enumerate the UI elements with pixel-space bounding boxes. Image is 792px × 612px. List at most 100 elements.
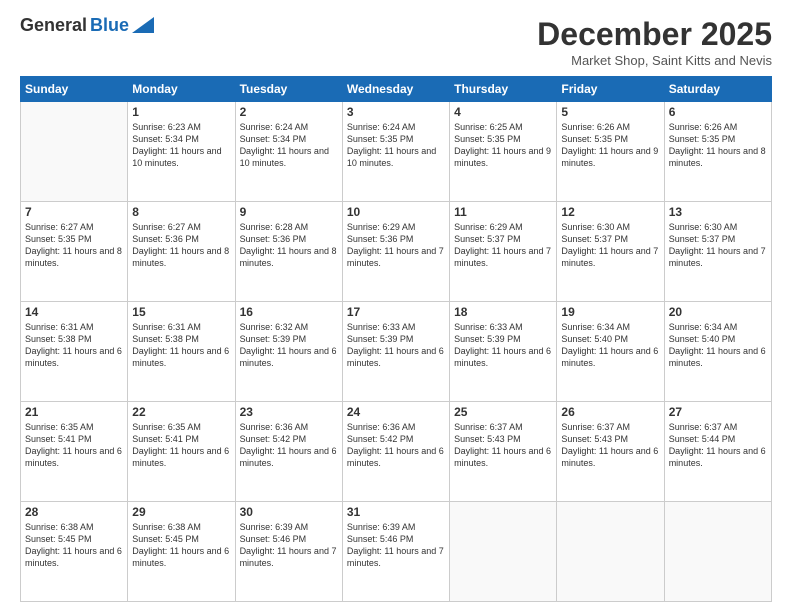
- cell-info: Sunrise: 6:34 AM Sunset: 5:40 PM Dayligh…: [561, 321, 659, 370]
- cell-info: Sunrise: 6:39 AM Sunset: 5:46 PM Dayligh…: [240, 521, 338, 570]
- day-number: 15: [132, 305, 230, 319]
- day-number: 10: [347, 205, 445, 219]
- logo-blue-text: Blue: [90, 16, 129, 34]
- col-monday: Monday: [128, 77, 235, 102]
- month-title: December 2025: [537, 16, 772, 53]
- table-row: 11 Sunrise: 6:29 AM Sunset: 5:37 PM Dayli…: [450, 202, 557, 302]
- cell-info: Sunrise: 6:24 AM Sunset: 5:34 PM Dayligh…: [240, 121, 338, 170]
- cell-info: Sunrise: 6:32 AM Sunset: 5:39 PM Dayligh…: [240, 321, 338, 370]
- table-row: 10 Sunrise: 6:29 AM Sunset: 5:36 PM Dayli…: [342, 202, 449, 302]
- table-row: 6Sunrise: 6:26 AM Sunset: 5:35 PM Daylig…: [664, 102, 771, 202]
- calendar-row-1: 7Sunrise: 6:27 AM Sunset: 5:35 PM Daylig…: [21, 202, 772, 302]
- cell-info: Sunrise: 6:23 AM Sunset: 5:34 PM Dayligh…: [132, 121, 230, 170]
- title-area: December 2025 Market Shop, Saint Kitts a…: [537, 16, 772, 68]
- day-number: 1: [132, 105, 230, 119]
- cell-info: Sunrise: 6:33 AM Sunset: 5:39 PM Dayligh…: [347, 321, 445, 370]
- day-number: 5: [561, 105, 659, 119]
- table-row: 25Sunrise: 6:37 AM Sunset: 5:43 PM Dayli…: [450, 402, 557, 502]
- table-row: 19Sunrise: 6:34 AM Sunset: 5:40 PM Dayli…: [557, 302, 664, 402]
- day-number: 7: [25, 205, 123, 219]
- day-number: 28: [25, 505, 123, 519]
- table-row: 24 Sunrise: 6:36 AM Sunset: 5:42 PM Dayli…: [342, 402, 449, 502]
- table-row: 31 Sunrise: 6:39 AM Sunset: 5:46 PM Dayli…: [342, 502, 449, 602]
- day-number: 21: [25, 405, 123, 419]
- day-number: 25: [454, 405, 552, 419]
- calendar-header-row: Sunday Monday Tuesday Wednesday Thursday…: [21, 77, 772, 102]
- table-row: 30 Sunrise: 6:39 AM Sunset: 5:46 PM Dayli…: [235, 502, 342, 602]
- table-row: 8Sunrise: 6:27 AM Sunset: 5:36 PM Daylig…: [128, 202, 235, 302]
- day-number: 17: [347, 305, 445, 319]
- table-row: 5 Sunrise: 6:26 AM Sunset: 5:35 PM Daylig…: [557, 102, 664, 202]
- day-number: 2: [240, 105, 338, 119]
- cell-info: Sunrise: 6:30 AM Sunset: 5:37 PM Dayligh…: [561, 221, 659, 270]
- cell-info: Sunrise: 6:38 AM Sunset: 5:45 PM Dayligh…: [132, 521, 230, 570]
- logo-triangle-icon: [132, 17, 154, 33]
- cell-info: Sunrise: 6:26 AM Sunset: 5:35 PM Dayligh…: [561, 121, 659, 170]
- table-row: 20 Sunrise: 6:34 AM Sunset: 5:40 PM Dayli…: [664, 302, 771, 402]
- day-number: 9: [240, 205, 338, 219]
- cell-info: Sunrise: 6:33 AM Sunset: 5:39 PM Dayligh…: [454, 321, 552, 370]
- cell-info: Sunrise: 6:26 AM Sunset: 5:35 PM Dayligh…: [669, 121, 767, 170]
- day-number: 13: [669, 205, 767, 219]
- table-row: 1 Sunrise: 6:23 AM Sunset: 5:34 PM Daylig…: [128, 102, 235, 202]
- calendar-table: Sunday Monday Tuesday Wednesday Thursday…: [20, 76, 772, 602]
- logo: General Blue: [20, 16, 154, 34]
- table-row: 7Sunrise: 6:27 AM Sunset: 5:35 PM Daylig…: [21, 202, 128, 302]
- cell-info: Sunrise: 6:38 AM Sunset: 5:45 PM Dayligh…: [25, 521, 123, 570]
- day-number: 26: [561, 405, 659, 419]
- cell-info: Sunrise: 6:27 AM Sunset: 5:36 PM Dayligh…: [132, 221, 230, 270]
- day-number: 30: [240, 505, 338, 519]
- cell-info: Sunrise: 6:37 AM Sunset: 5:43 PM Dayligh…: [561, 421, 659, 470]
- cell-info: Sunrise: 6:35 AM Sunset: 5:41 PM Dayligh…: [132, 421, 230, 470]
- cell-info: Sunrise: 6:25 AM Sunset: 5:35 PM Dayligh…: [454, 121, 552, 170]
- cell-info: Sunrise: 6:37 AM Sunset: 5:44 PM Dayligh…: [669, 421, 767, 470]
- day-number: 24: [347, 405, 445, 419]
- cell-info: Sunrise: 6:31 AM Sunset: 5:38 PM Dayligh…: [132, 321, 230, 370]
- header: General Blue December 2025 Market Shop, …: [20, 16, 772, 68]
- table-row: 16 Sunrise: 6:32 AM Sunset: 5:39 PM Dayli…: [235, 302, 342, 402]
- cell-info: Sunrise: 6:29 AM Sunset: 5:36 PM Dayligh…: [347, 221, 445, 270]
- day-number: 14: [25, 305, 123, 319]
- cell-info: Sunrise: 6:35 AM Sunset: 5:41 PM Dayligh…: [25, 421, 123, 470]
- day-number: 29: [132, 505, 230, 519]
- cell-info: Sunrise: 6:39 AM Sunset: 5:46 PM Dayligh…: [347, 521, 445, 570]
- day-number: 12: [561, 205, 659, 219]
- day-number: 20: [669, 305, 767, 319]
- cell-info: Sunrise: 6:30 AM Sunset: 5:37 PM Dayligh…: [669, 221, 767, 270]
- table-row: 2 Sunrise: 6:24 AM Sunset: 5:34 PM Daylig…: [235, 102, 342, 202]
- cell-info: Sunrise: 6:36 AM Sunset: 5:42 PM Dayligh…: [240, 421, 338, 470]
- table-row: 17 Sunrise: 6:33 AM Sunset: 5:39 PM Dayli…: [342, 302, 449, 402]
- day-number: 11: [454, 205, 552, 219]
- cell-info: Sunrise: 6:28 AM Sunset: 5:36 PM Dayligh…: [240, 221, 338, 270]
- table-row: 22 Sunrise: 6:35 AM Sunset: 5:41 PM Dayli…: [128, 402, 235, 502]
- calendar-row-4: 28 Sunrise: 6:38 AM Sunset: 5:45 PM Dayli…: [21, 502, 772, 602]
- col-tuesday: Tuesday: [235, 77, 342, 102]
- table-row: [450, 502, 557, 602]
- day-number: 23: [240, 405, 338, 419]
- day-number: 4: [454, 105, 552, 119]
- table-row: 4 Sunrise: 6:25 AM Sunset: 5:35 PM Daylig…: [450, 102, 557, 202]
- table-row: [21, 102, 128, 202]
- cell-info: Sunrise: 6:34 AM Sunset: 5:40 PM Dayligh…: [669, 321, 767, 370]
- day-number: 22: [132, 405, 230, 419]
- table-row: 14 Sunrise: 6:31 AM Sunset: 5:38 PM Dayli…: [21, 302, 128, 402]
- calendar-row-3: 21 Sunrise: 6:35 AM Sunset: 5:41 PM Dayli…: [21, 402, 772, 502]
- table-row: 29 Sunrise: 6:38 AM Sunset: 5:45 PM Dayli…: [128, 502, 235, 602]
- table-row: 13 Sunrise: 6:30 AM Sunset: 5:37 PM Dayli…: [664, 202, 771, 302]
- col-thursday: Thursday: [450, 77, 557, 102]
- day-number: 18: [454, 305, 552, 319]
- cell-info: Sunrise: 6:31 AM Sunset: 5:38 PM Dayligh…: [25, 321, 123, 370]
- table-row: 23 Sunrise: 6:36 AM Sunset: 5:42 PM Dayli…: [235, 402, 342, 502]
- table-row: 28 Sunrise: 6:38 AM Sunset: 5:45 PM Dayli…: [21, 502, 128, 602]
- cell-info: Sunrise: 6:29 AM Sunset: 5:37 PM Dayligh…: [454, 221, 552, 270]
- cell-info: Sunrise: 6:36 AM Sunset: 5:42 PM Dayligh…: [347, 421, 445, 470]
- table-row: 27 Sunrise: 6:37 AM Sunset: 5:44 PM Dayli…: [664, 402, 771, 502]
- table-row: 15 Sunrise: 6:31 AM Sunset: 5:38 PM Dayli…: [128, 302, 235, 402]
- col-wednesday: Wednesday: [342, 77, 449, 102]
- table-row: 26 Sunrise: 6:37 AM Sunset: 5:43 PM Dayli…: [557, 402, 664, 502]
- table-row: 21 Sunrise: 6:35 AM Sunset: 5:41 PM Dayli…: [21, 402, 128, 502]
- day-number: 27: [669, 405, 767, 419]
- day-number: 31: [347, 505, 445, 519]
- col-sunday: Sunday: [21, 77, 128, 102]
- day-number: 16: [240, 305, 338, 319]
